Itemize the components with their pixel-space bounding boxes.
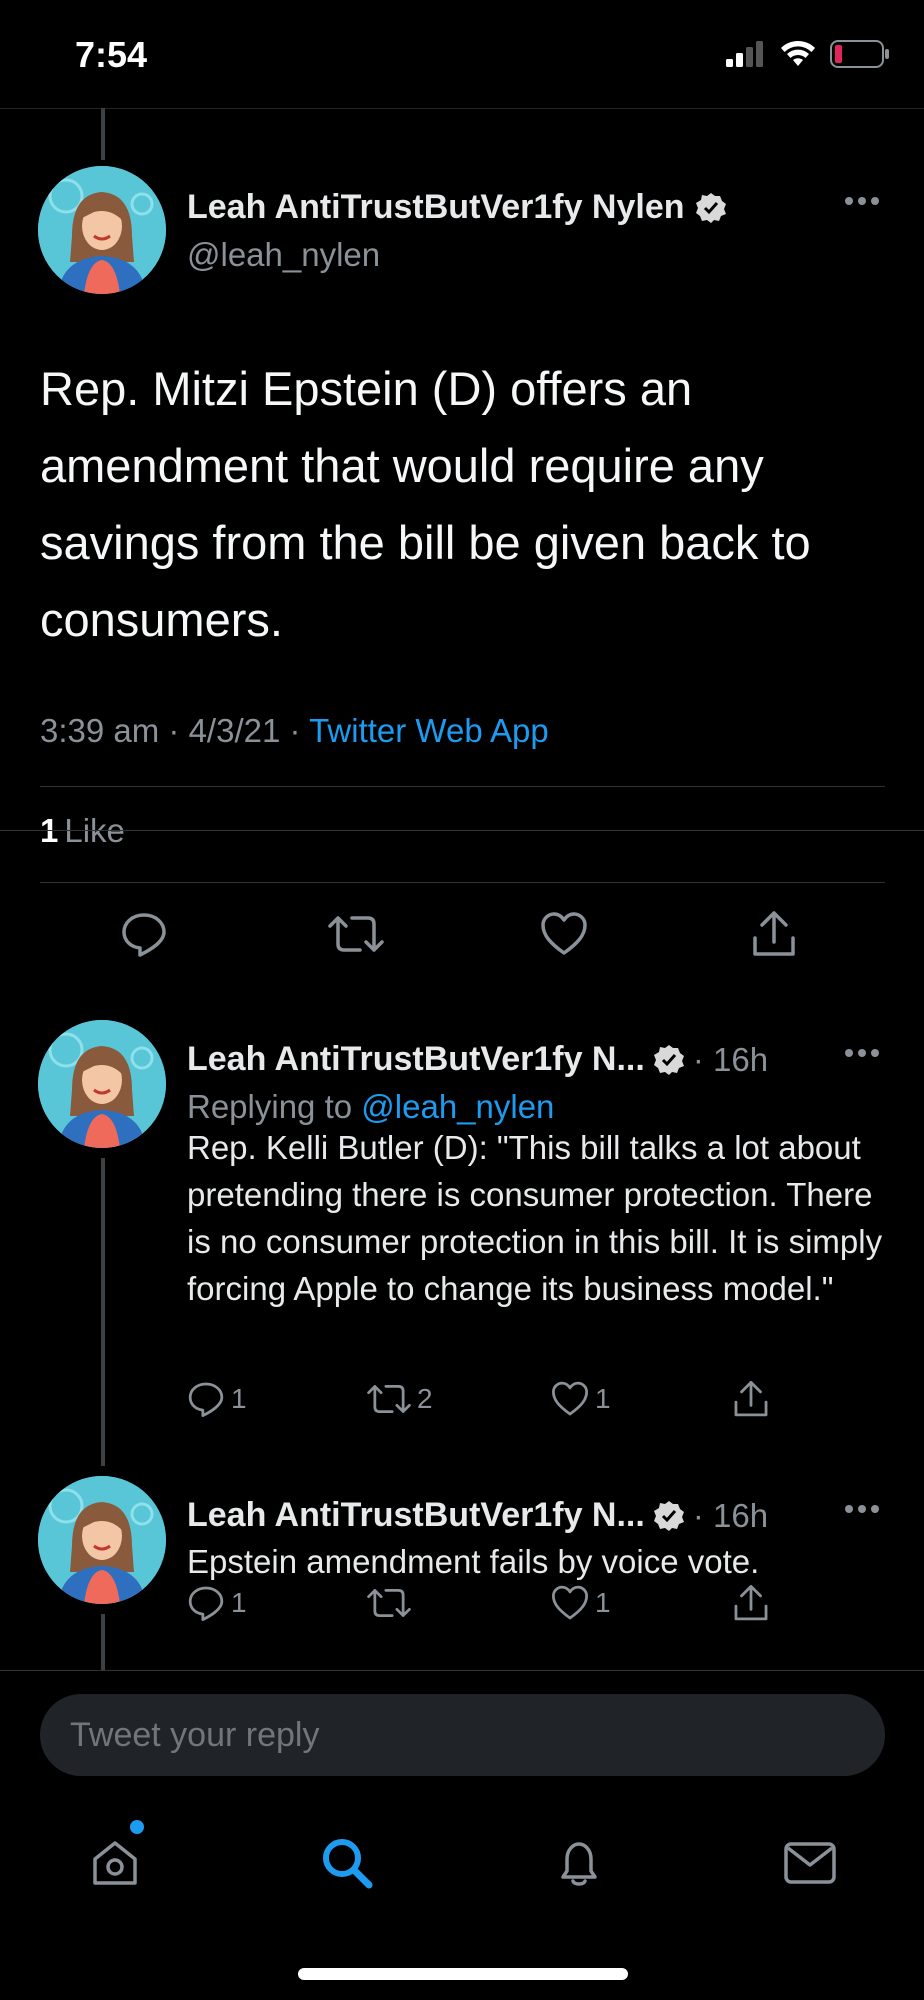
thread-line-top bbox=[101, 108, 105, 160]
status-bar: 7:54 bbox=[0, 0, 924, 110]
retweet-count: 2 bbox=[417, 1383, 433, 1414]
messages-icon bbox=[784, 1842, 836, 1884]
tab-home[interactable] bbox=[80, 1828, 150, 1898]
reply-input[interactable] bbox=[40, 1694, 885, 1776]
share-button[interactable] bbox=[732, 1584, 770, 1622]
tweet-time-ago: · 16h bbox=[692, 1040, 769, 1078]
retweet-icon[interactable] bbox=[328, 910, 384, 958]
share-icon[interactable] bbox=[750, 910, 798, 958]
like-icon[interactable] bbox=[540, 910, 588, 958]
retweet-button[interactable] bbox=[367, 1584, 417, 1622]
reply-icon bbox=[188, 1382, 224, 1418]
battery-icon bbox=[830, 40, 889, 68]
tweet-source-link[interactable]: Twitter Web App bbox=[309, 712, 549, 749]
like-button[interactable]: 1 bbox=[551, 1380, 611, 1418]
author-row: Leah AntiTrustButVer1fy Nylen bbox=[187, 188, 727, 227]
share-button[interactable] bbox=[732, 1380, 770, 1418]
avatar[interactable] bbox=[38, 166, 166, 294]
notifications-icon bbox=[561, 1842, 597, 1886]
verified-badge-icon bbox=[695, 192, 726, 223]
tab-search[interactable] bbox=[312, 1828, 382, 1898]
likes-count-row[interactable]: 1 Like bbox=[40, 812, 125, 850]
tweet-actions: 1 1 bbox=[187, 1584, 787, 1628]
author-row: Leah AntiTrustButVer1fy N... · 16h bbox=[187, 1496, 768, 1535]
replying-label: Replying to bbox=[187, 1088, 353, 1125]
divider bbox=[0, 1670, 924, 1671]
verified-badge-icon bbox=[653, 1500, 684, 1531]
like-button[interactable]: 1 bbox=[551, 1584, 611, 1622]
author-row: Leah AntiTrustButVer1fy N... · 16h bbox=[187, 1040, 768, 1079]
status-icons bbox=[726, 40, 890, 68]
replying-mention-link[interactable]: @leah_nylen bbox=[361, 1088, 554, 1125]
avatar[interactable] bbox=[38, 1476, 166, 1604]
author-name[interactable]: Leah AntiTrustButVer1fy N... bbox=[187, 1040, 645, 1079]
signal-icon bbox=[726, 41, 763, 67]
tweet-text: Rep. Mitzi Epstein (D) offers an amendme… bbox=[40, 362, 811, 646]
like-icon bbox=[551, 1381, 589, 1416]
thread-line bbox=[101, 1158, 105, 1466]
share-icon bbox=[734, 1584, 768, 1621]
like-count: 1 bbox=[595, 1383, 611, 1414]
author-name[interactable]: Leah AntiTrustButVer1fy N... bbox=[187, 1496, 645, 1535]
tweet-text: Rep. Kelli Butler (D): "This bill talks … bbox=[187, 1129, 883, 1307]
reply-icon bbox=[188, 1586, 224, 1622]
wifi-icon bbox=[781, 40, 815, 66]
replying-to: Replying to @leah_nylen bbox=[187, 1088, 554, 1126]
reply-composer[interactable] bbox=[40, 1694, 885, 1776]
verified-badge-icon bbox=[653, 1044, 684, 1075]
home-notification-dot bbox=[130, 1820, 144, 1834]
reply-button[interactable]: 1 bbox=[187, 1380, 247, 1418]
home-indicator[interactable] bbox=[298, 1968, 628, 1980]
retweet-icon bbox=[367, 1385, 411, 1413]
thread-line bbox=[101, 1614, 105, 1670]
author-handle[interactable]: @leah_nylen bbox=[187, 236, 380, 274]
avatar[interactable] bbox=[38, 1020, 166, 1148]
divider bbox=[40, 882, 885, 883]
home-icon bbox=[93, 1841, 137, 1885]
divider bbox=[40, 786, 885, 787]
tweet-time-ago: · 16h bbox=[692, 1496, 769, 1534]
tweet-actions bbox=[0, 910, 924, 970]
like-icon bbox=[551, 1585, 589, 1620]
tab-messages[interactable] bbox=[775, 1828, 845, 1898]
author-name[interactable]: Leah AntiTrustButVer1fy Nylen bbox=[187, 188, 685, 227]
header-divider bbox=[0, 108, 924, 109]
like-count: 1 bbox=[595, 1587, 611, 1618]
reply-count: 1 bbox=[231, 1587, 247, 1618]
tweet-meta: 3:39 am · 4/3/21 · Twitter Web App bbox=[40, 712, 549, 749]
search-icon bbox=[323, 1839, 373, 1889]
bottom-tab-bar bbox=[0, 1800, 924, 1920]
tweet-text: Epstein amendment fails by voice vote. bbox=[187, 1543, 760, 1580]
more-options-icon[interactable] bbox=[844, 1504, 880, 1514]
retweet-icon bbox=[367, 1589, 411, 1617]
reply-icon[interactable] bbox=[120, 910, 168, 958]
divider bbox=[0, 830, 924, 831]
status-time: 7:54 bbox=[75, 34, 148, 75]
tweet-date: 4/3/21 bbox=[188, 712, 281, 749]
retweet-button[interactable]: 2 bbox=[367, 1380, 433, 1418]
tweet-time: 3:39 am bbox=[40, 712, 160, 749]
reply-button[interactable]: 1 bbox=[187, 1584, 247, 1622]
share-icon bbox=[734, 1380, 768, 1417]
reply-count: 1 bbox=[231, 1383, 247, 1414]
tab-notifications[interactable] bbox=[544, 1828, 614, 1898]
tweet-actions: 1 2 1 bbox=[187, 1380, 787, 1424]
more-options-icon[interactable] bbox=[844, 196, 880, 206]
more-options-icon[interactable] bbox=[844, 1048, 880, 1058]
